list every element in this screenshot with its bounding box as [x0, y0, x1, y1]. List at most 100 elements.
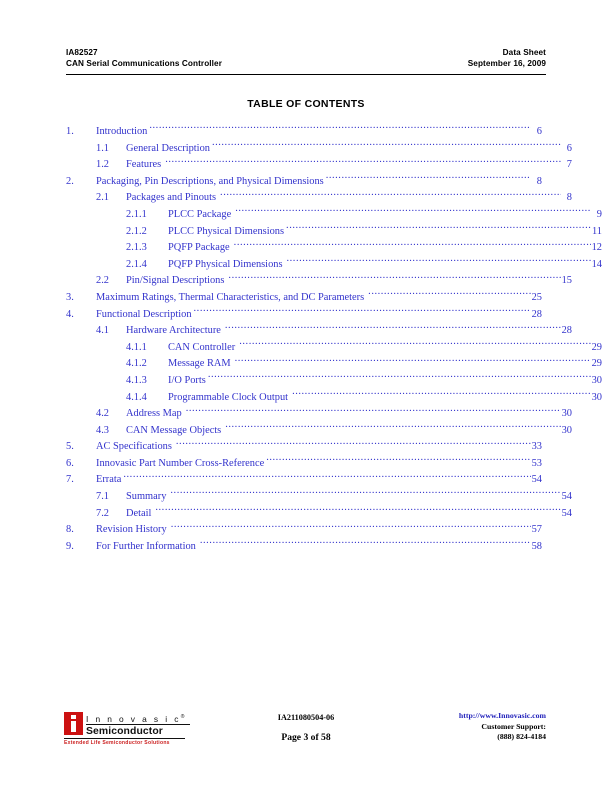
toc-entry[interactable]: 4.3 CAN Message Objects 30	[66, 422, 572, 439]
toc-entry-number: 8.	[66, 524, 74, 536]
toc-entry[interactable]: 2. Packaging, Pin Descriptions, and Physi…	[66, 173, 542, 190]
toc-leader-dots	[176, 438, 531, 449]
toc-leader-dots	[165, 156, 561, 167]
header-doc-type: Data Sheet	[502, 48, 546, 57]
toc-entry[interactable]: 4.1 Hardware Architecture 28	[66, 322, 572, 339]
toc-entry[interactable]: 7. Errata 54	[66, 471, 542, 488]
toc-entry-number: 6.	[66, 457, 74, 469]
toc-entry-number: 4.1.1	[126, 341, 147, 353]
toc-entry[interactable]: 9. For Further Information 58	[66, 538, 542, 555]
toc-entry-label: Revision History	[96, 524, 167, 536]
toc-entry[interactable]: 1.1 General Description 6	[66, 140, 572, 157]
customer-support-phone: (888) 824-4184	[497, 732, 546, 742]
company-website-link[interactable]: http://www.Innovasic.com	[459, 711, 546, 722]
toc-entry-page: 8	[536, 175, 542, 187]
toc-entry-number: 2.1.4	[126, 258, 147, 270]
toc-leader-dots	[292, 389, 591, 400]
toc-entry-label: General Description	[126, 142, 210, 154]
toc-entry[interactable]: 5. AC Specifications 33	[66, 438, 542, 455]
toc-entry-number: 2.1.2	[126, 225, 147, 237]
toc-leader-dots	[200, 538, 531, 549]
toc-entry[interactable]: 4.1.3 I/O Ports 30	[66, 372, 602, 389]
toc-entry-page: 8	[566, 192, 572, 204]
toc-entry[interactable]: 1.2 Features 7	[66, 156, 572, 173]
toc-entry-number: 1.2	[96, 159, 109, 171]
toc-entry-number: 4.1	[96, 325, 109, 337]
header-part-number: IA82527	[66, 48, 98, 57]
toc-leader-dots	[155, 505, 561, 516]
toc-entry-page: 53	[531, 457, 542, 469]
toc-entry[interactable]: 2.1.3 PQFP Package 12	[66, 239, 602, 256]
toc-entry-page: 28	[561, 325, 572, 337]
toc-entry-page: 54	[561, 507, 572, 519]
toc-entry-number: 7.1	[96, 491, 109, 503]
header-line-1: IA82527 Data Sheet	[66, 47, 546, 58]
toc-entry-number: 2.1.3	[126, 242, 147, 254]
toc-entry-label: Introduction	[96, 126, 148, 137]
toc-entry[interactable]: 1. Introduction 6	[66, 123, 542, 140]
toc-entry-number: 9.	[66, 540, 74, 552]
toc-entry-label: Packaging, Pin Descriptions, and Physica…	[96, 175, 324, 187]
footer-contact-block: http://www.Innovasic.com Customer Suppor…	[459, 711, 546, 743]
toc-entry-page: 30	[561, 408, 572, 420]
toc-entry-page: 29	[591, 341, 602, 353]
toc-entry-page: 28	[531, 308, 542, 320]
toc-entry[interactable]: 4. Functional Description 28	[66, 306, 542, 323]
toc-entry-label: Pin/Signal Descriptions	[126, 275, 225, 287]
toc-entry-label: Functional Description	[96, 308, 192, 320]
toc-leader-dots	[266, 455, 531, 466]
toc-entry[interactable]: 2.1.2 PLCC Physical Dimensions 11	[66, 223, 602, 240]
toc-leader-dots	[234, 239, 591, 250]
toc-leader-dots	[235, 355, 591, 366]
toc-entry-label: AC Specifications	[96, 441, 172, 453]
toc-entry[interactable]: 2.1.4 PQFP Physical Dimensions 14	[66, 256, 602, 273]
toc-leader-dots	[235, 206, 591, 217]
table-of-contents: 1.Introduction61.1General Description61.…	[66, 123, 602, 555]
toc-entry-number: 1.1	[96, 142, 109, 154]
toc-entry[interactable]: 2.1 Packages and Pinouts 8	[66, 189, 572, 206]
toc-entry[interactable]: 4.1.2 Message RAM 29	[66, 355, 602, 372]
toc-leader-dots	[220, 189, 561, 200]
toc-entry-label: CAN Controller	[168, 341, 236, 353]
toc-leader-dots	[228, 272, 561, 283]
toc-entry-page: 14	[591, 258, 602, 270]
toc-entry[interactable]: 2.1.1 PLCC Package 9	[66, 206, 602, 223]
toc-leader-dots	[239, 339, 591, 350]
toc-entry[interactable]: 3. Maximum Ratings, Thermal Characteristi…	[66, 289, 542, 306]
toc-entry-number: 4.2	[96, 408, 109, 420]
toc-entry-page: 25	[531, 291, 542, 303]
toc-entry[interactable]: 8. Revision History 57	[66, 521, 542, 538]
toc-entry[interactable]: 4.1.4 Programmable Clock Output 30	[66, 389, 602, 406]
toc-entry-number: 4.3	[96, 424, 109, 436]
toc-entry-page: 12	[591, 242, 602, 254]
toc-entry-label: CAN Message Objects	[126, 424, 222, 436]
header-line-2: CAN Serial Communications Controller Sep…	[66, 58, 546, 69]
toc-entry-page: 30	[561, 424, 572, 436]
toc-entry[interactable]: 4.1.1 CAN Controller 29	[66, 339, 602, 356]
toc-entry-number: 5.	[66, 441, 74, 453]
toc-entry-label: Address Map	[126, 408, 182, 420]
toc-entry-label: PLCC Package	[168, 208, 232, 220]
toc-entry-page: 7	[566, 159, 572, 171]
toc-leader-dots	[194, 306, 531, 317]
toc-entry[interactable]: 7.1 Summary 54	[66, 488, 572, 505]
toc-entry-page: 9	[596, 208, 602, 220]
toc-entry-label: Packages and Pinouts	[126, 192, 217, 204]
toc-entry-label: Hardware Architecture	[126, 325, 221, 337]
toc-entry-page: 6	[536, 126, 542, 137]
toc-entry-page: 54	[531, 474, 542, 486]
toc-entry[interactable]: 7.2 Detail 54	[66, 505, 572, 522]
page-footer: I n n o v a s i c® Semiconductor Extende…	[0, 706, 612, 756]
toc-entry-label: Summary	[126, 491, 167, 503]
customer-support-label: Customer Support:	[481, 721, 546, 731]
toc-leader-dots	[208, 372, 591, 383]
document-page: IA82527 Data Sheet CAN Serial Communicat…	[0, 0, 612, 792]
toc-entry-page: 30	[591, 391, 602, 403]
toc-entry[interactable]: 2.2 Pin/Signal Descriptions 15	[66, 272, 572, 289]
toc-entry[interactable]: 6. Innovasic Part Number Cross-Reference 5…	[66, 455, 542, 472]
toc-entry[interactable]: 4.2 Address Map 30	[66, 405, 572, 422]
toc-entry-label: Features	[126, 159, 162, 171]
toc-leader-dots	[212, 140, 561, 151]
toc-entry-label: For Further Information	[96, 540, 196, 552]
page-title: TABLE OF CONTENTS	[247, 98, 365, 110]
